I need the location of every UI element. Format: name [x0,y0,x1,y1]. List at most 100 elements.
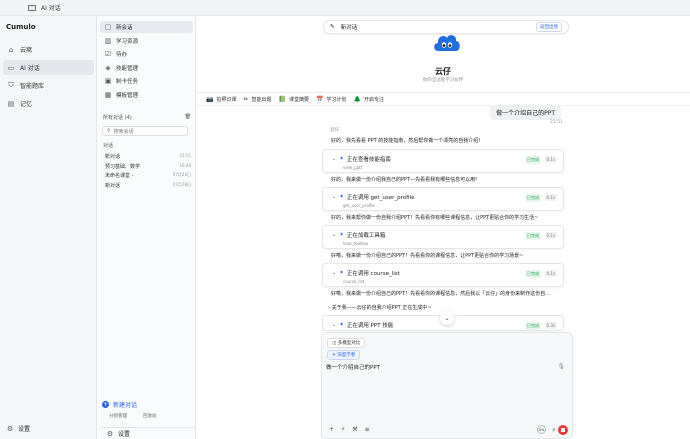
list-icon[interactable]: ≡ [365,426,370,433]
tool-call-card[interactable]: ⌄ ✦ 正在调用 course_list course_list 已完成 0.1s [322,263,564,287]
quick-actions-bar: 📷 拍照识课 ✏ 智能出题 📗 课堂摘要 📅 学习计划 🌲 开启专注 [196,92,690,106]
conversation-item[interactable]: 未命名课堂 -07月28日 [105,172,191,179]
pencil-icon: ✏ [243,95,249,103]
assistant-text: 好嘞，我来做一份介绍自己的PPT！先看看你的课程信息，让PPT更贴合你的学习场景… [331,253,524,259]
plus-icon[interactable]: + [329,426,334,433]
group-manage-link[interactable]: 分组管理 [109,413,127,419]
duration-badge: 0.3s [544,322,557,329]
quick-action-focus[interactable]: 🌲 开启专注 [354,96,385,103]
bolt-icon[interactable]: ⚡ [552,427,556,434]
gear-icon: ⚙ [106,429,114,438]
usage-ring: 0% [537,425,546,434]
quick-action-plan[interactable]: 📅 学习计划 [316,96,347,103]
assistant-text: 好的，我先看看 PPT 的技能指南，然后帮你做一个漂亮的自我介绍! [331,138,481,144]
quick-action-summary[interactable]: 📗 课堂摘要 [279,96,310,103]
recycle-bin-link[interactable]: 回收站 [143,413,157,419]
tool-call-card[interactable]: ⌄ ✦ 正在查看技能指南 view_pptf 已完成 0.1s [322,149,564,173]
sidebar-toggle-icon[interactable] [28,4,36,11]
tools-icon[interactable]: ⚒ [352,426,357,433]
layers-icon: ◫ [332,341,337,346]
chevron-right-icon: › [328,305,330,311]
status-badge: 已完成 [525,322,541,330]
duration-badge: 0.1s [544,194,557,201]
nav-item-question-bank[interactable]: ⛉ 智能题库 [3,78,94,93]
gear-icon: ⚙ [6,424,14,433]
brand-logo: Cumulo [6,23,36,31]
nav-item-memory[interactable]: ▤ 记忆 [3,96,94,111]
plus-icon: + [102,401,109,408]
sidebar-item-skills[interactable]: ◈ 技能管理 [100,62,193,74]
assistant-label: 云仔 [330,128,339,133]
sidebar-item-new-session[interactable]: ▢ 新会话 [100,21,193,33]
status-badge: 已完成 [525,194,541,202]
quick-action-quiz[interactable]: ✏ 智能出题 [244,96,272,103]
assistant-text: 好嘞，我来做一份介绍自己的PPT！先看看你的课程信息，然后我以「云仔」的身份来制… [331,291,550,297]
bolt-icon[interactable]: ⚡ [341,426,345,433]
tool-call-card[interactable]: ⌄ ✦ 正在调用 get_user_profile get_user_profile… [322,187,564,211]
chat-main: ✎ 新对话 返回出他 云仔 你的全过程学习伙伴 📷 拍照识课 ✏ 智能出题 📗 课堂摘… [196,16,690,439]
duration-badge: 0.1s [544,156,557,163]
quick-action-photo[interactable]: 📷 拍照识课 [206,96,237,103]
conversation-search[interactable]: ⚲ 搜索会话 [102,126,188,136]
stop-button[interactable] [558,425,568,435]
sidebar-settings[interactable]: ⚙ 设置 [101,427,196,439]
chevron-down-icon: ⌄ [332,322,337,328]
nav-item-home[interactable]: ⌂ 云窝 [3,42,94,57]
sparkle-icon: ✦ [339,156,344,162]
trash-icon[interactable]: 🗑 [185,114,191,121]
secondary-sidebar: ▢ 新会话 ▥ 学习资源 ☑ 待办 ◈ 技能管理 ▣ 制卡任务 ▦ 模板管理 所有对话 (4… [97,16,196,439]
book-icon: ▥ [104,37,112,45]
cloud-avatar-icon [434,35,460,51]
message-input[interactable]: 做一个介绍自己的PPT [326,363,380,371]
bot-name: 云仔 [435,67,451,76]
conversation-group-label: 对话 [103,143,114,149]
conversation-item[interactable]: 新对话 07月28日 [105,182,191,189]
mic-icon[interactable]: 🎙 [557,363,565,370]
conversation-item[interactable]: 新对话 21:51 [105,153,191,160]
stop-icon [561,428,565,432]
chevron-down-icon: ⌄ [444,314,450,322]
status-badge: 已完成 [525,270,541,278]
chat-bubble-icon: ▢ [104,23,112,31]
search-icon: ⚲ [107,128,111,134]
sidebar-item-todo[interactable]: ☑ 待办 [100,48,193,60]
all-conversations-header: 所有对话 (4) 🗑 [103,114,191,121]
status-badge: 已完成 [525,156,541,164]
assistant-text: 好的，我来做一份介绍我自己的PPT—先看看我有哪些信息可以用! [331,177,478,183]
sidebar-item-card-tasks[interactable]: ▣ 制卡任务 [100,75,193,87]
duration-badge: 0.1s [544,232,557,239]
duration-badge: 0.1s [544,270,557,277]
new-chat-button[interactable]: + 新建对话 [102,400,137,409]
calendar-icon: 📅 [316,95,324,103]
tool-call-card[interactable]: ⌄ ✦ 正在加载工具箱 load_toolbox 已完成 0.1s [322,225,564,249]
chat-title: 新对话 [340,25,358,31]
checklist-icon: ☑ [104,50,112,58]
sparkle-icon: ✦ [339,194,344,200]
home-icon: ⌂ [8,45,14,54]
status-badge: 已完成 [525,232,541,240]
cap-icon: ⛉ [8,81,14,89]
edit-icon[interactable]: ✎ [330,24,335,30]
nav-item-ai-chat[interactable]: ▭ AI 对话 [3,60,94,75]
model-compare-chip[interactable]: ◫ 多模型对比 [327,338,366,348]
template-icon: ▦ [104,91,112,99]
skill-icon: ◈ [105,64,111,72]
assistant-text: 好的，我来帮你做一份自我介绍PPT！先看看你有哪些课程信息，让PPT更贴合你的学… [331,215,539,221]
conversation-item[interactable]: 预习基础、数学 16:49 [105,163,191,170]
sparkle-icon: ✦ [339,232,344,238]
scroll-down-button[interactable]: ⌄ [440,311,454,325]
chat-icon: ▭ [7,63,15,72]
chevron-down-icon: ⌄ [332,156,337,162]
deep-think-chip[interactable]: ✦ 深度学者 [327,350,361,360]
sidebar-item-templates[interactable]: ▦ 模板管理 [100,89,193,101]
back-button[interactable]: 返回出他 [536,22,562,32]
nav-settings[interactable]: ⚙ 设置 [6,424,30,434]
sparkle-icon: ✦ [339,270,344,276]
sidebar-footer: 分组管理 回收站 [109,413,157,419]
tree-icon: 🌲 [353,95,362,103]
chevron-down-icon: ⌄ [332,232,337,238]
sidebar-item-resources[interactable]: ▥ 学习资源 [100,35,193,47]
assistant-text: › 关于我——云仔的自我介绍PPT 正在生成中~ [328,305,432,311]
message-composer[interactable]: ◫ 多模型对比 ✦ 深度学者 做一个介绍自己的PPT 🎙 + ⚡ ⚒ ≡ 0% … [321,332,573,439]
chevron-down-icon: ⌄ [332,194,337,200]
